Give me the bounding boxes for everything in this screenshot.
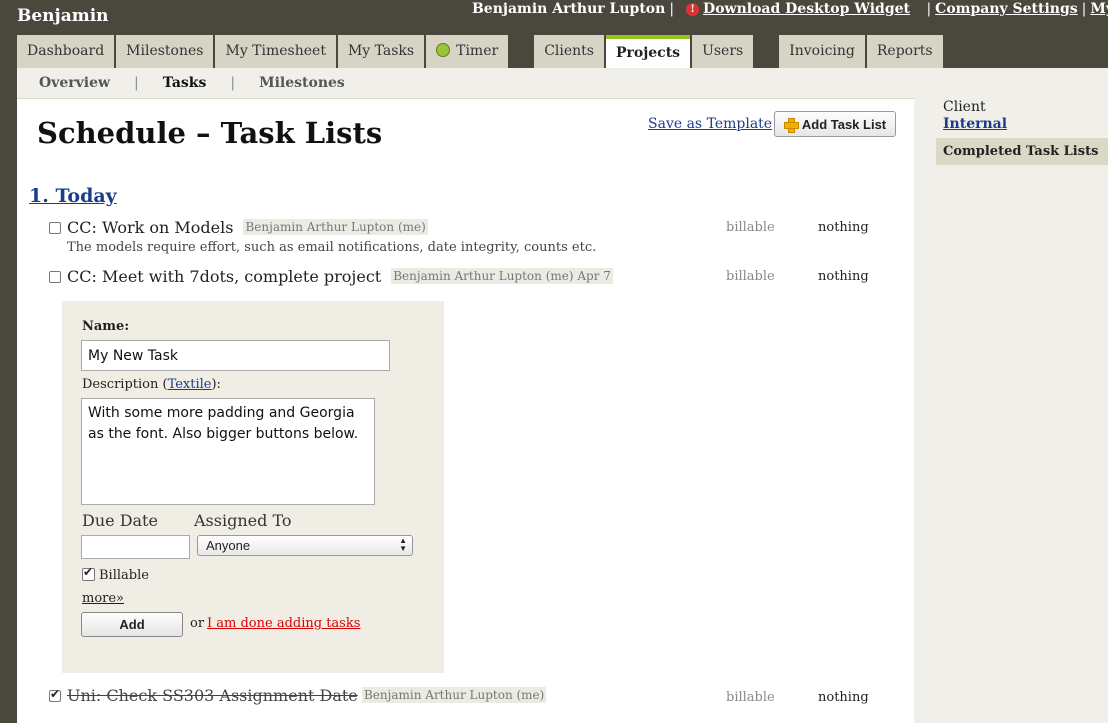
tab-clients[interactable]: Clients xyxy=(534,35,604,68)
user-bar: Benjamin Arthur Lupton |! Download Desktop… xyxy=(472,1,1108,17)
done-adding-tasks-link[interactable]: I am done adding tasks xyxy=(207,616,360,631)
separator: | xyxy=(669,1,675,17)
completed-task-lists-link[interactable]: Completed Task Lists xyxy=(936,138,1108,165)
separator: | xyxy=(1081,1,1087,17)
timer-icon xyxy=(436,43,451,57)
save-as-template-link[interactable]: Save as Template xyxy=(648,116,772,132)
tab-dashboard[interactable]: Dashboard xyxy=(17,35,115,68)
alert-icon: ! xyxy=(686,3,700,16)
task-hours: nothing xyxy=(818,220,869,235)
separator: | xyxy=(230,75,236,91)
name-label: Name: xyxy=(82,319,130,334)
plus-icon xyxy=(783,117,799,133)
task-name-text: CC: Meet with 7dots, complete project xyxy=(67,267,382,286)
subnav-tasks[interactable]: Tasks xyxy=(163,75,207,91)
task-hours: nothing xyxy=(818,690,869,705)
client-label: Client xyxy=(943,99,986,115)
main-content: Overview | Tasks | Milestones Schedule –… xyxy=(17,68,914,723)
task-checkbox[interactable] xyxy=(49,271,61,283)
task-billable: billable xyxy=(726,269,775,284)
task-name: CC: Meet with 7dots, complete project Ben… xyxy=(67,267,613,286)
more-options-link[interactable]: more» xyxy=(82,591,124,606)
task-hours: nothing xyxy=(818,269,869,284)
tab-invoicing[interactable]: Invoicing xyxy=(779,35,865,68)
user-name: Benjamin Arthur Lupton xyxy=(471,1,666,17)
task-row: CC: Work on Models Benjamin Arthur Lupton… xyxy=(49,218,879,256)
task-description: The models require effort, such as email… xyxy=(67,240,597,255)
new-task-form: Name: Description (Textile): With some m… xyxy=(62,301,444,673)
separator xyxy=(914,1,918,17)
tab-projects[interactable]: Projects xyxy=(605,35,691,68)
assigned-to-select[interactable]: Anyone ▲ ▼ xyxy=(197,535,413,556)
task-name: Uni: Check SS303 Assignment Date xyxy=(67,686,358,705)
client-link[interactable]: Internal xyxy=(943,116,1007,132)
assigned-to-value: Anyone xyxy=(206,538,251,553)
tab-timer-label: Timer xyxy=(456,43,499,59)
billable-checkbox[interactable] xyxy=(82,565,95,581)
tab-my-tasks[interactable]: My Tasks xyxy=(337,35,425,68)
separator: | xyxy=(134,75,139,91)
select-arrows-icon: ▲ ▼ xyxy=(399,536,407,553)
textile-link[interactable]: Textile xyxy=(168,377,212,392)
my-account-link[interactable]: My xyxy=(1090,1,1108,17)
task-assignee: Benjamin Arthur Lupton (me) xyxy=(243,219,428,235)
due-date-input[interactable] xyxy=(81,535,190,559)
description-label: Description (Textile): xyxy=(82,377,221,392)
task-row: Uni: Check SS303 Assignment Date Benjami… xyxy=(49,686,879,708)
company-settings-link[interactable]: Company Settings xyxy=(935,1,1077,17)
due-date-label: Due Date xyxy=(82,511,158,530)
task-assignee: Benjamin Arthur Lupton (me) xyxy=(362,687,547,703)
task-billable: billable xyxy=(726,220,775,235)
page-title: Schedule – Task Lists xyxy=(37,116,383,150)
task-description-input[interactable]: With some more padding and Georgia as th… xyxy=(81,398,375,505)
task-name-text: Uni: Check SS303 Assignment Date xyxy=(67,686,358,705)
subnav-overview[interactable]: Overview xyxy=(39,75,110,91)
tab-my-timesheet[interactable]: My Timesheet xyxy=(215,35,336,68)
tab-users[interactable]: Users xyxy=(692,35,754,68)
billable-label: Billable xyxy=(99,568,149,583)
subnav-milestones[interactable]: Milestones xyxy=(259,75,345,91)
tab-reports[interactable]: Reports xyxy=(866,35,943,68)
tab-timer[interactable]: Timer xyxy=(426,35,509,68)
or-text: or xyxy=(190,616,205,631)
task-row: CC: Meet with 7dots, complete project Ben… xyxy=(49,267,879,289)
description-label-prefix: Description ( xyxy=(82,377,168,392)
assigned-to-label: Assigned To xyxy=(194,511,292,530)
main-nav-tabs: Dashboard Milestones My Timesheet My Tas… xyxy=(17,35,945,68)
task-list-heading[interactable]: 1. Today xyxy=(29,185,117,207)
task-name: CC: Work on Models Benjamin Arthur Lupton… xyxy=(67,218,428,237)
separator: | xyxy=(926,1,932,17)
task-name-text: CC: Work on Models xyxy=(67,218,234,237)
top-bar: Benjamin Benjamin Arthur Lupton |! Downloa… xyxy=(0,0,1108,68)
task-billable: billable xyxy=(726,690,775,705)
download-widget-link[interactable]: Download Desktop Widget xyxy=(703,1,910,17)
task-name-input[interactable] xyxy=(81,340,390,371)
task-checkbox[interactable] xyxy=(49,222,61,234)
brand-name: Benjamin xyxy=(17,6,109,26)
add-task-button[interactable]: Add xyxy=(81,612,183,637)
tab-milestones[interactable]: Milestones xyxy=(116,35,214,68)
task-assignee: Benjamin Arthur Lupton (me) Apr 7 xyxy=(391,268,613,284)
description-label-suffix: ): xyxy=(211,377,221,392)
add-task-list-button[interactable]: Add Task List xyxy=(774,111,896,137)
right-sidebar: Client Internal Completed Task Lists xyxy=(914,68,1108,723)
task-checkbox[interactable] xyxy=(49,687,61,702)
sub-nav: Overview | Tasks | Milestones xyxy=(17,68,914,99)
add-task-list-label: Add Task List xyxy=(801,116,887,132)
